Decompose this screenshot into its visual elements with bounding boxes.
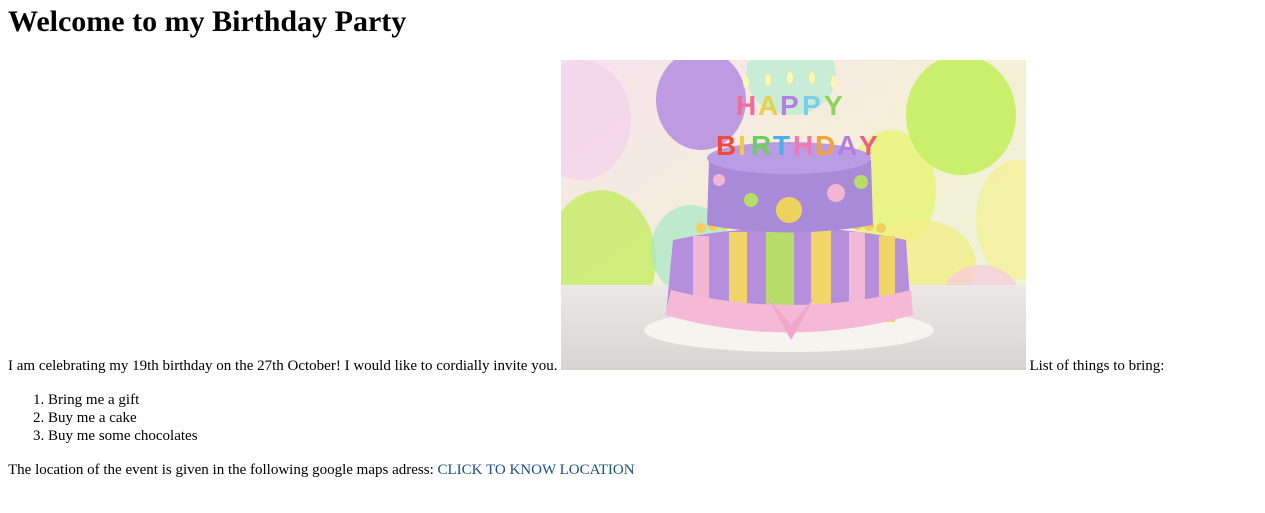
list-item: Buy me a cake [48, 409, 1257, 427]
location-paragraph: The location of the event is given in th… [8, 461, 1257, 479]
svg-text:B: B [716, 130, 736, 161]
birthday-cake-image: H A P P Y B I R T H D A Y [561, 60, 1027, 370]
svg-text:Y: Y [859, 130, 878, 161]
svg-text:H: H [793, 130, 813, 161]
svg-text:R: R [751, 130, 771, 161]
location-text: The location of the event is given in th… [8, 462, 434, 478]
intro-text: I am celebrating my 19th birthday on the… [8, 358, 558, 374]
page-title: Welcome to my Birthday Party [8, 5, 407, 38]
svg-text:D: D [815, 130, 835, 161]
svg-text:H: H [736, 90, 756, 121]
svg-text:I: I [738, 130, 746, 161]
bring-heading: List of things to bring: [1029, 358, 1165, 374]
intro-paragraph: I am celebrating my 19th birthday on the… [8, 60, 1257, 375]
svg-text:T: T [773, 130, 790, 161]
svg-text:P: P [780, 90, 799, 121]
svg-text:P: P [802, 90, 821, 121]
list-item: Bring me a gift [48, 391, 1257, 409]
list-item: Buy me some chocolates [48, 427, 1257, 445]
svg-text:Y: Y [824, 90, 843, 121]
svg-text:A: A [837, 130, 857, 161]
page: Welcome to my Birthday Party I am celebr… [0, 0, 1265, 479]
svg-text:A: A [758, 90, 778, 121]
bring-list: Bring me a gift Buy me a cake Buy me som… [8, 391, 1257, 445]
location-link[interactable]: CLICK TO KNOW LOCATION [438, 462, 635, 478]
